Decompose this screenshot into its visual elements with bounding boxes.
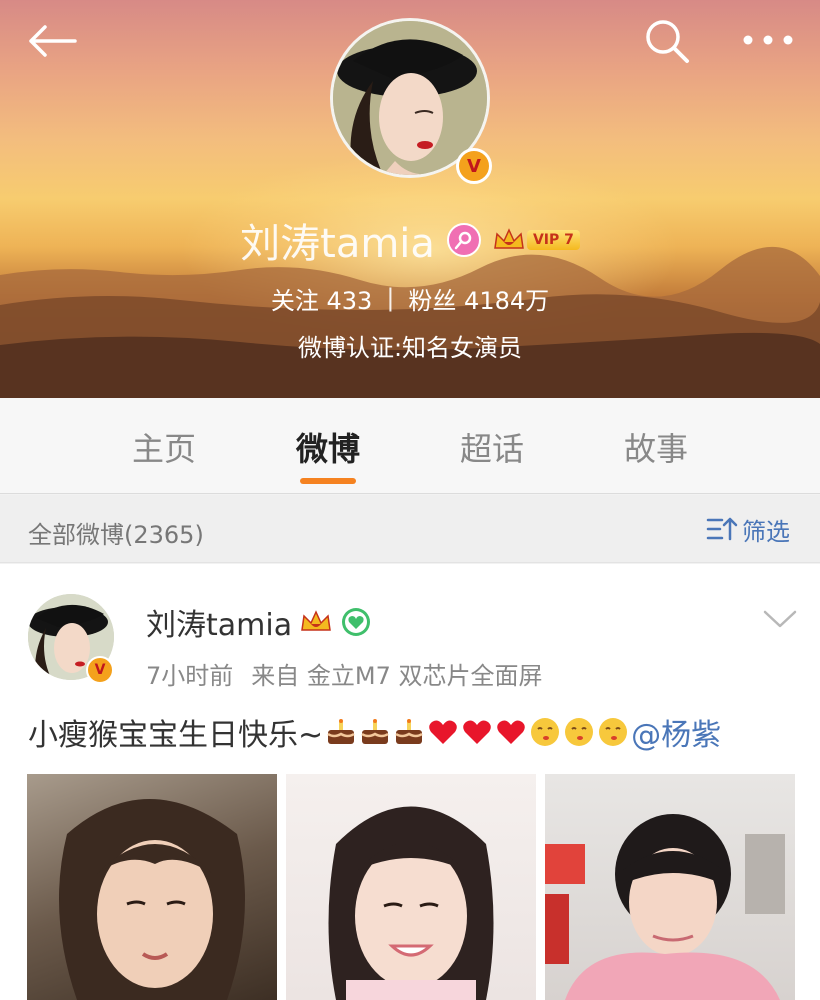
filter-button[interactable]: 筛选: [706, 511, 790, 547]
search-button[interactable]: [640, 16, 694, 66]
more-button[interactable]: [738, 20, 798, 60]
member-heart-icon: [340, 606, 372, 638]
kiss-face-icon: [565, 718, 594, 746]
post-emoji-row: [325, 716, 629, 748]
active-tab-indicator: [300, 478, 356, 484]
vip-crown-icon: [494, 228, 524, 249]
profile-name-row: 刘涛tamia VIP 7: [0, 212, 820, 268]
source-desc[interactable]: 双芯片全面屏: [399, 662, 543, 690]
source-prefix: 来自: [251, 662, 300, 690]
heart-icon: [429, 720, 457, 744]
mention-link[interactable]: @杨紫: [631, 710, 721, 754]
post-menu-button[interactable]: [760, 604, 800, 634]
tab-weibo[interactable]: 微博: [268, 424, 388, 470]
filter-icon: [706, 517, 738, 541]
kiss-face-icon: [599, 718, 628, 746]
post-photo-2[interactable]: [286, 774, 536, 1000]
all-posts-count: 全部微博(2365): [28, 521, 204, 549]
cake-icon: [395, 719, 423, 744]
heart-icon: [463, 720, 491, 744]
post-source: 来自 金立M7 双芯片全面屏: [251, 656, 542, 691]
filter-bar: 全部微博(2365) 筛选: [0, 495, 820, 563]
vip-badge[interactable]: VIP 7: [493, 226, 580, 254]
search-icon: [646, 20, 689, 63]
followers-count: 4184万: [464, 286, 550, 315]
tab-super-topic[interactable]: 超话: [432, 424, 552, 470]
source-device[interactable]: 金立M7: [307, 662, 391, 690]
weibo-post: V 刘涛tamia 7小时前 来自 金立M7 双芯片全面屏 小瘦猴宝宝生日快乐~: [0, 564, 820, 1000]
post-body: 小瘦猴宝宝生日快乐~ @杨紫: [28, 710, 721, 754]
vip-level-label: VIP 7: [526, 230, 580, 250]
kiss-face-icon: [531, 718, 560, 746]
cake-icon: [327, 719, 355, 744]
followers-label: 粉丝: [408, 286, 457, 315]
back-button[interactable]: [24, 18, 80, 64]
back-arrow-icon: [29, 25, 77, 57]
post-text: 小瘦猴宝宝生日快乐~: [28, 718, 324, 753]
post-time: 7小时前: [146, 662, 234, 690]
post-meta: 7小时前 来自 金立M7 双芯片全面屏: [146, 656, 543, 691]
follow-stats: 关注 433 | 粉丝 4184万: [0, 278, 820, 318]
verified-v-icon: V: [456, 148, 492, 184]
filter-label: 筛选: [742, 517, 790, 546]
chevron-down-icon: [763, 610, 797, 628]
vip-crown-icon: [300, 606, 332, 638]
heart-icon: [497, 720, 525, 744]
followers-stat[interactable]: 粉丝 4184万: [408, 281, 549, 316]
tab-home[interactable]: 主页: [104, 424, 224, 470]
post-verified-v-icon: V: [86, 656, 114, 684]
post-photo-3[interactable]: [545, 774, 795, 1000]
profile-tabs: 主页 微博 超话 故事: [0, 398, 820, 494]
female-gender-icon: [446, 223, 481, 257]
photo-portrait-3: [545, 814, 785, 1000]
stats-separator: |: [386, 284, 395, 312]
photo-portrait-2: [328, 806, 494, 1000]
following-stat[interactable]: 关注 433: [271, 281, 372, 316]
more-icon: [743, 35, 793, 45]
photo-portrait-1: [59, 799, 245, 1000]
profile-header: V 刘涛tamia VIP 7 关注 433 | 粉丝 4184万 微博认证:知…: [0, 0, 820, 398]
cake-icon: [361, 719, 389, 744]
tab-story[interactable]: 故事: [596, 424, 716, 470]
profile-name: 刘涛tamia: [240, 221, 435, 267]
post-author-name[interactable]: 刘涛tamia: [146, 600, 292, 644]
post-author-row: 刘涛tamia: [146, 600, 372, 644]
verification-text: 微博认证:知名女演员: [297, 334, 523, 362]
post-photo-1[interactable]: [27, 774, 277, 1000]
following-count: 433: [326, 286, 373, 315]
following-label: 关注: [270, 286, 319, 315]
